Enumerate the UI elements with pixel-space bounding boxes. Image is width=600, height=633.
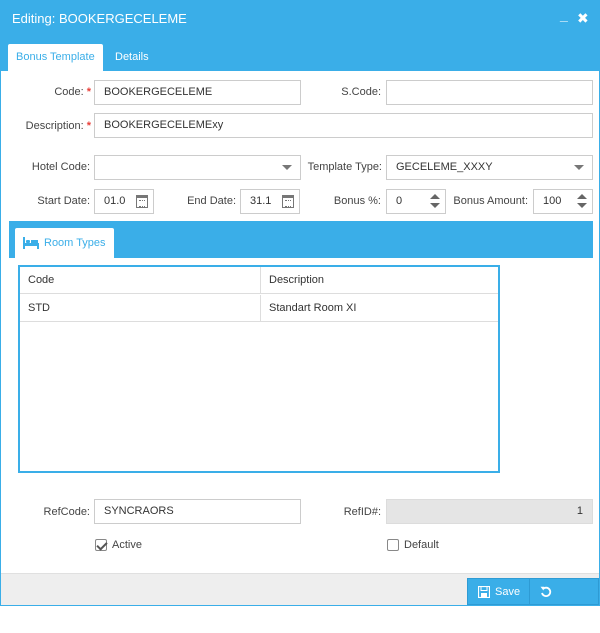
room-types-tab-label: Room Types xyxy=(44,237,106,249)
active-checkbox[interactable]: Active xyxy=(95,539,142,552)
refid-input: 1 xyxy=(386,499,593,524)
column-header-code[interactable]: Code xyxy=(20,267,260,294)
checkbox-icon[interactable] xyxy=(387,539,399,552)
template-type-select[interactable]: GECELEME_XXXY xyxy=(386,155,593,180)
chevron-down-icon xyxy=(282,165,292,170)
room-types-grid: Code Description STD Standart Room XI xyxy=(18,265,500,473)
bonus-amount-input[interactable]: 100 xyxy=(533,189,593,214)
bonus-pct-label: Bonus %: xyxy=(333,195,381,207)
tab-room-types[interactable]: Room Types xyxy=(15,228,114,258)
code-input[interactable]: BOOKERGECELEME xyxy=(94,80,301,105)
template-type-value: GECELEME_XXXY xyxy=(396,161,493,173)
tab-details[interactable]: Details xyxy=(107,44,157,71)
required-marker: * xyxy=(86,86,91,98)
checkbox-checked-icon[interactable] xyxy=(95,539,107,552)
chevron-down-icon xyxy=(574,165,584,170)
calendar-icon[interactable] xyxy=(136,195,148,208)
cancel-label: Cancel xyxy=(540,613,575,625)
description-label: Description: * xyxy=(25,120,91,132)
close-icon[interactable]: ✖ xyxy=(577,10,589,27)
table-row[interactable]: STD Standart Room XI xyxy=(20,295,498,322)
save-label: Save xyxy=(495,586,521,598)
spinner-icon[interactable] xyxy=(430,193,440,210)
minimize-icon[interactable]: _ xyxy=(560,7,568,23)
end-date-value: 31.1 xyxy=(250,195,272,207)
row-description: Standart Room XI xyxy=(269,302,357,314)
bed-icon xyxy=(23,237,39,250)
dialog-footer: Save Cancel xyxy=(1,573,599,625)
end-date-label: End Date: xyxy=(187,195,236,207)
default-checkbox[interactable]: Default xyxy=(387,539,439,552)
hotel-code-label: Hotel Code: xyxy=(31,161,90,173)
save-button[interactable]: Save xyxy=(467,578,532,605)
edit-dialog: Editing: BOOKERGECELEME _ ✖ Bonus Templa… xyxy=(0,0,600,625)
refid-label: RefID#: xyxy=(343,506,381,518)
required-marker: * xyxy=(86,120,91,132)
grid-header: Code Description xyxy=(20,267,498,294)
start-date-input[interactable]: 01.0 xyxy=(94,189,154,214)
bonus-pct-input[interactable]: 0 xyxy=(386,189,446,214)
dialog-title: Editing: BOOKERGECELEME xyxy=(12,11,187,26)
template-type-label: Template Type: xyxy=(307,161,382,173)
undo-icon xyxy=(540,586,552,598)
room-types-tabbar: Room Types xyxy=(9,221,593,258)
bonus-amount-label: Bonus Amount: xyxy=(453,195,528,207)
end-date-input[interactable]: 31.1 xyxy=(240,189,300,214)
scode-label: S.Code: xyxy=(341,86,381,98)
tab-bonus-template[interactable]: Bonus Template xyxy=(8,44,103,71)
spinner-icon[interactable] xyxy=(577,193,587,210)
bonus-pct-value: 0 xyxy=(396,195,403,207)
calendar-icon[interactable] xyxy=(282,195,294,208)
start-date-value: 01.0 xyxy=(104,195,126,207)
scode-input[interactable] xyxy=(386,80,593,105)
title-bar: Editing: BOOKERGECELEME _ ✖ xyxy=(1,1,599,37)
hotel-code-select[interactable] xyxy=(94,155,301,180)
refcode-input[interactable]: SYNCRAORS xyxy=(94,499,301,524)
row-code: STD xyxy=(28,302,50,314)
start-date-label: Start Date: xyxy=(37,195,90,207)
save-icon xyxy=(478,586,490,599)
active-label: Active xyxy=(112,539,142,551)
tab-bar: Bonus Template Details xyxy=(1,37,599,71)
refcode-label: RefCode: xyxy=(43,506,90,518)
description-input[interactable]: BOOKERGECELEMExy xyxy=(94,113,593,138)
cancel-button[interactable]: Cancel xyxy=(529,578,599,625)
code-label: Code: * xyxy=(54,86,91,98)
bonus-amount-value: 100 xyxy=(543,195,562,207)
column-header-description[interactable]: Description xyxy=(261,267,498,294)
default-label: Default xyxy=(404,539,439,551)
